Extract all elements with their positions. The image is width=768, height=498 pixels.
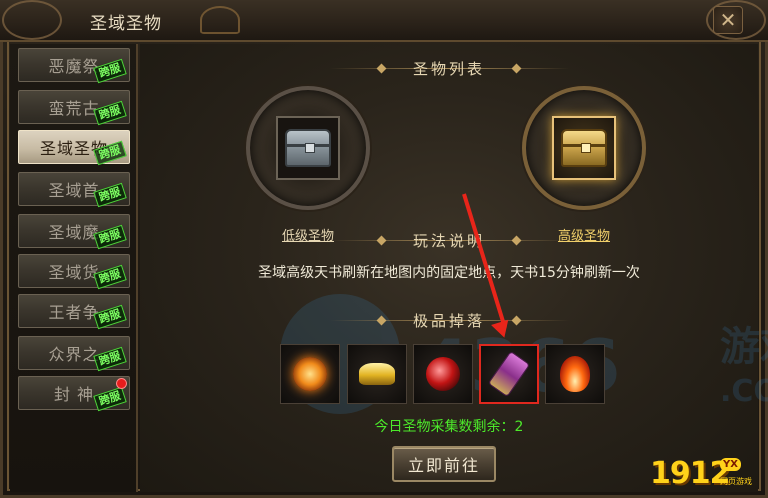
sidebar-item-2[interactable]: 蛮荒古 跨服	[18, 90, 130, 126]
sidebar-item-1[interactable]: 恶魔祭 跨服	[18, 48, 130, 84]
gold-chest-icon	[561, 129, 607, 167]
cross-server-badge: 跨服	[93, 386, 127, 412]
site-logo: 1912 YX 网页游戏	[650, 456, 762, 494]
sidebar: 恶魔祭 跨服 蛮荒古 跨服 圣域圣物 跨服 圣域首 跨服 圣域魔 跨服 圣域货 …	[10, 44, 138, 492]
diamond-ornament-icon	[511, 63, 522, 74]
section-title-rules: 玩法说明	[412, 232, 485, 250]
close-button[interactable]: ✕	[713, 6, 743, 34]
drop-item-4[interactable]	[479, 344, 539, 404]
sidebar-item-label: 圣域首	[48, 181, 100, 200]
drop-item-list	[280, 344, 610, 406]
section-title-drops: 极品掉落	[412, 312, 485, 330]
sidebar-item-9[interactable]: 封 神 跨服	[18, 376, 130, 412]
high-relic-frame	[552, 116, 616, 180]
sun-emblem-icon	[293, 357, 327, 391]
purple-scroll-icon	[487, 350, 531, 398]
rules-description: 圣域高级天书刷新在地图内的固定地点，天书15分钟刷新一次	[258, 265, 640, 281]
sidebar-item-label: 王者争	[48, 303, 100, 322]
diamond-ornament-icon	[511, 315, 522, 326]
gold-ingot-icon	[359, 363, 395, 385]
corner-ornament-icon	[2, 0, 62, 40]
sidebar-item-label: 众界之	[48, 345, 100, 364]
high-relic-slot[interactable]: 高级圣物	[514, 78, 654, 244]
title-ornament-icon	[200, 6, 240, 34]
diamond-ornament-icon	[376, 235, 387, 246]
sidebar-item-label: 恶魔祭	[48, 57, 100, 76]
drop-item-1[interactable]	[280, 344, 340, 404]
notification-dot-icon	[116, 378, 127, 389]
low-relic-label[interactable]: 低级圣物	[238, 225, 378, 244]
drop-item-3[interactable]	[413, 344, 473, 404]
drop-item-2[interactable]	[347, 344, 407, 404]
sidebar-item-3[interactable]: 圣域圣物 跨服	[18, 130, 130, 166]
low-relic-slot[interactable]: 低级圣物	[238, 78, 378, 244]
silver-chest-icon	[285, 129, 331, 167]
sidebar-item-4[interactable]: 圣域首 跨服	[18, 172, 130, 208]
drop-item-5[interactable]	[545, 344, 605, 404]
sidebar-item-6[interactable]: 圣域货 跨服	[18, 254, 130, 290]
title-bar: 圣域圣物 ✕	[0, 0, 768, 42]
logo-subtitle: 网页游戏	[720, 477, 752, 486]
diamond-ornament-icon	[376, 315, 387, 326]
sidebar-item-label: 蛮荒古	[48, 99, 100, 118]
sidebar-item-5[interactable]: 圣域魔 跨服	[18, 214, 130, 250]
low-relic-frame	[276, 116, 340, 180]
sidebar-item-label: 圣域货	[48, 263, 100, 282]
main-panel: 圣物列表 低级圣物 高级圣物 4366 游戏 .COM 玩法说明 圣域高级天书刷…	[140, 44, 768, 492]
sidebar-item-8[interactable]: 众界之 跨服	[18, 336, 130, 372]
remaining-count-text: 今日圣物采集数剩余：2	[374, 419, 524, 435]
logo-tag: YX	[720, 458, 741, 471]
window-title: 圣域圣物	[90, 14, 162, 34]
sidebar-item-7[interactable]: 王者争 跨服	[18, 294, 130, 330]
diamond-ornament-icon	[376, 63, 387, 74]
high-relic-label[interactable]: 高级圣物	[514, 225, 654, 244]
go-now-button[interactable]: 立即前往	[392, 446, 496, 482]
section-title-list: 圣物列表	[412, 60, 485, 78]
logo-number: 1912	[650, 456, 730, 491]
flame-icon	[560, 356, 590, 392]
sidebar-item-label: 圣域魔	[48, 223, 100, 242]
red-orb-icon	[426, 357, 460, 391]
sidebar-item-label: 封 神	[53, 385, 95, 404]
